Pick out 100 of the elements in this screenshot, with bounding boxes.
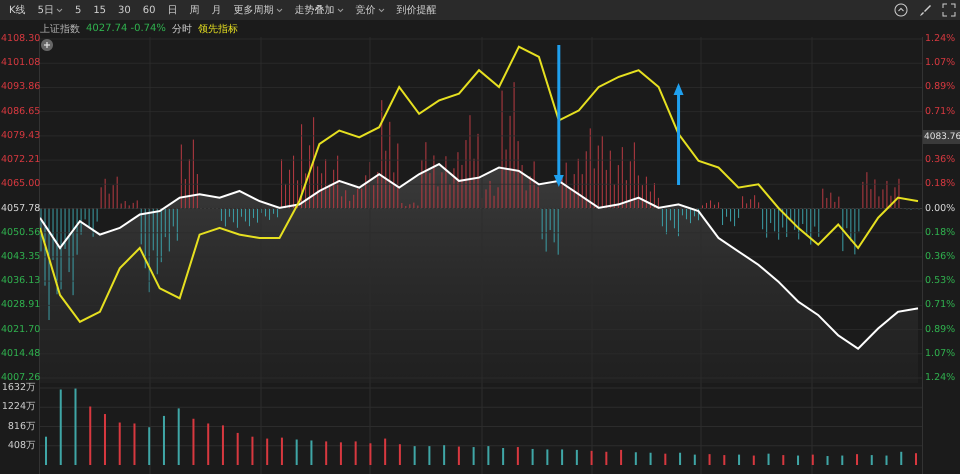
volume-bar: [782, 455, 784, 465]
volume-bar: [398, 444, 401, 465]
period-tab[interactable]: 月: [206, 1, 227, 19]
period-tab[interactable]: 到价提醒: [392, 1, 442, 19]
volume-tick: 816万: [8, 420, 36, 434]
volume-bar: [532, 448, 534, 465]
volume-bar: [487, 446, 490, 465]
price-tick: 4021.70: [1, 322, 40, 337]
volume-bar: [384, 438, 386, 465]
period-tab[interactable]: 日: [162, 1, 183, 19]
percent-tick: 0.00%: [925, 202, 956, 216]
index-name: 上证指数: [40, 22, 80, 36]
price-tick: 4043.35: [1, 250, 40, 264]
price-tick: 4065.00: [1, 177, 40, 192]
percent-tick: 0.18%: [925, 177, 956, 192]
period-tab[interactable]: 15: [88, 1, 112, 19]
volume-bar: [207, 423, 210, 465]
volume-bar: [325, 441, 328, 465]
price-tick: 4072.21: [1, 153, 40, 168]
index-quote: 4027.74 -0.74%: [86, 23, 166, 34]
volume-bar: [222, 425, 224, 465]
volume-bar: [826, 456, 829, 465]
percent-tick: 0.71%: [925, 104, 956, 119]
price-tick: 4079.43: [1, 128, 40, 143]
percent-tick: 1.24%: [925, 32, 956, 46]
indicator-name: 领先指标: [198, 22, 238, 36]
volume-bar: [694, 454, 696, 465]
volume-bar: [162, 416, 165, 465]
volume-bar: [340, 442, 342, 465]
volume-bar: [251, 436, 254, 465]
volume-bar: [89, 406, 92, 465]
volume-bar: [841, 456, 844, 465]
volume-bar: [664, 454, 666, 465]
price-tick: 4057.78: [1, 202, 40, 216]
volume-bar: [812, 454, 814, 465]
volume-bar: [590, 450, 593, 465]
volume-bar: [856, 454, 858, 465]
period-tab[interactable]: 更多周期: [228, 1, 288, 19]
percent-tick: 0.53%: [925, 274, 956, 288]
price-tick: 4093.86: [1, 80, 40, 94]
period-tab[interactable]: 5: [70, 1, 86, 19]
brush-icon[interactable]: [918, 3, 932, 17]
percent-tick: 1.24%: [925, 371, 956, 385]
price-tick: 4028.91: [1, 298, 40, 312]
volume-bar: [133, 423, 136, 465]
percent-tick: 0.89%: [925, 80, 956, 94]
volume-bar: [443, 445, 446, 465]
add-icon[interactable]: [41, 39, 53, 51]
volume-bar: [561, 449, 564, 465]
volume-bar: [148, 427, 150, 465]
period-tab[interactable]: 周: [184, 1, 205, 19]
period-tab[interactable]: 5日: [32, 1, 68, 19]
volume-bar: [546, 449, 548, 465]
volume-bar: [870, 455, 873, 465]
volume-bar: [310, 440, 312, 465]
volume-bar: [679, 452, 682, 465]
price-tick: 4014.48: [1, 346, 40, 361]
volume-bar: [118, 422, 121, 465]
period-tab[interactable]: 竞价: [350, 1, 390, 19]
price-tick: 4036.13: [1, 274, 40, 288]
volume-bar: [280, 438, 283, 465]
volume-bar: [236, 432, 239, 465]
volume-bar: [620, 450, 622, 465]
period-tab[interactable]: 30: [113, 1, 136, 19]
volume-tick: 1632万: [2, 381, 36, 395]
percent-tick: 0.36%: [925, 250, 956, 264]
volume-bar: [768, 454, 770, 465]
volume-bar: [178, 408, 180, 465]
price-tick: 4101.08: [1, 56, 40, 70]
period-tab[interactable]: 60: [138, 1, 161, 19]
percent-tick: 0.89%: [925, 322, 956, 337]
percent-tick: 0.71%: [925, 298, 956, 312]
volume-bar: [723, 455, 726, 465]
period-tab[interactable]: 走势叠加: [290, 1, 349, 19]
fullscreen-icon[interactable]: [942, 3, 956, 17]
volume-bar: [472, 447, 475, 465]
price-tick: 4050.56: [1, 226, 40, 240]
volume-bar: [296, 440, 298, 465]
volume-bar: [605, 452, 608, 465]
volume-tick: 408万: [8, 438, 36, 453]
percent-tick: 0.36%: [925, 153, 956, 168]
volume-tick: 1224万: [2, 400, 36, 414]
volume-bar: [516, 447, 519, 465]
price-tick: 4007.26: [1, 371, 40, 383]
volume-bar: [428, 446, 430, 465]
volume-bar: [738, 454, 740, 465]
period-tab[interactable]: K线: [4, 1, 31, 19]
volume-bar: [708, 454, 711, 465]
volume-bar: [414, 446, 416, 465]
collapse-icon[interactable]: [894, 3, 908, 17]
volume-bar: [752, 456, 755, 465]
volume-bar: [458, 446, 460, 465]
volume-bar: [104, 414, 106, 465]
volume-bar: [650, 452, 652, 465]
volume-bar: [900, 452, 902, 465]
volume-bar: [797, 456, 800, 465]
volume-bar: [266, 438, 268, 465]
chart-mode: 分时: [172, 22, 192, 36]
volume-bar: [192, 418, 194, 465]
percent-tick: 1.07%: [925, 56, 956, 70]
